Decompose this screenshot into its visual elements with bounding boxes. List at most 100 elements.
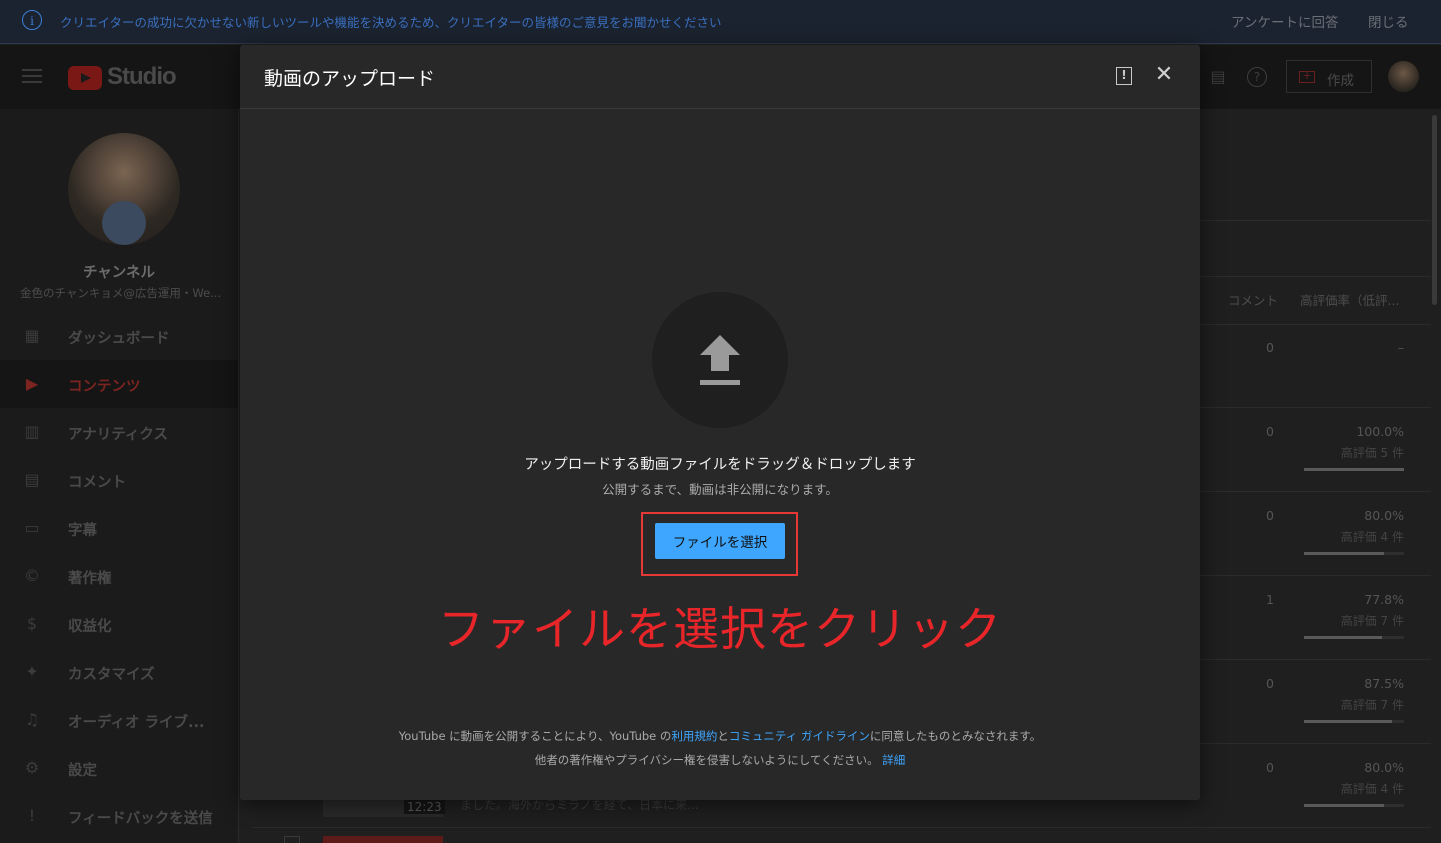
copyright-icon: © [24,566,40,585]
youtube-logo-icon[interactable] [68,66,102,90]
info-icon: i [22,10,42,30]
sidebar-item-copyright[interactable]: © 著作権 [0,552,238,600]
column-header-rating[interactable]: 高評価率（低評... [1300,290,1399,309]
video-duration: 12:23 [404,800,445,814]
comment-icon: ▤ [24,470,40,489]
divider [252,827,1431,828]
sidebar-item-audio-library[interactable]: ♫ オーディオ ライブ... [0,696,238,744]
row-comments: 1 [1266,592,1274,607]
sidebar-item-analytics[interactable]: ▥ アナリティクス [0,408,238,456]
sidebar-item-label: カスタマイズ [68,667,155,683]
terms-and: と [717,729,729,743]
banner-close-link[interactable]: 閉じる [1368,11,1409,31]
upload-dialog: 動画のアップロード ! ✕ アップロードする動画ファイルをドラッグ＆ドロップしま… [240,45,1200,800]
dialog-title: 動画のアップロード [264,68,436,90]
sidebar-item-label: フィードバックを送信 [68,811,213,827]
content-icon: ▶ [25,374,39,393]
rights-notice: 他者の著作権やプライバシー権を侵害しないようにしてください。 詳細 [240,752,1200,768]
help-icon[interactable]: ? [1247,67,1267,87]
feedback-icon[interactable]: ! [1116,67,1132,85]
row-rating: 80.0% [1364,508,1404,523]
divider [1199,743,1431,744]
select-file-button[interactable]: ファイルを選択 [655,523,785,559]
sidebar-item-settings[interactable]: ⚙ 設定 [0,744,238,792]
hamburger-menu-icon[interactable] [22,69,42,83]
row-comments: 0 [1266,508,1274,523]
column-header-comments[interactable]: コメント [1228,290,1278,309]
channel-avatar[interactable] [68,133,180,245]
rating-bar [1304,636,1404,639]
learn-more-link[interactable]: 詳細 [882,753,905,767]
sidebar-item-content[interactable]: ▶ コンテンツ [0,360,238,408]
sidebar-item-feedback[interactable]: ! フィードバックを送信 [0,792,238,840]
divider [1199,659,1431,660]
terms-of-service-link[interactable]: 利用規約 [671,729,717,743]
divider [1199,324,1431,325]
row-comments: 0 [1266,340,1274,355]
rating-bar [1304,804,1404,807]
divider [1199,407,1431,408]
page-scrollbar[interactable] [1432,115,1437,305]
divider [1199,575,1431,576]
sidebar-item-customize[interactable]: ✦ カスタマイズ [0,648,238,696]
audio-library-icon: ♫ [24,710,40,729]
terms-notice: YouTube に動画を公開することにより、YouTube の利用規約とコミュニ… [240,728,1200,744]
dollar-icon: $ [26,614,38,633]
divider [1199,491,1431,492]
row-likes: 高評価 7 件 [1340,614,1404,628]
divider [1199,276,1431,277]
row-comments: 0 [1266,676,1274,691]
rating-bar [1304,720,1404,723]
comment-icon[interactable]: ▤ [1208,67,1228,87]
row-likes: 高評価 4 件 [1340,530,1404,544]
row-likes: 高評価 5 件 [1340,446,1404,460]
row-likes: 高評価 7 件 [1340,698,1404,712]
sidebar-item-subtitles[interactable]: ▭ 字幕 [0,504,238,552]
row-likes: 高評価 4 件 [1340,782,1404,796]
studio-logo-text[interactable]: Studio [107,63,177,91]
analytics-icon: ▥ [24,422,40,441]
create-button[interactable]: + 作成 [1286,60,1372,93]
row-comments: 0 [1266,760,1274,775]
terms-suffix: に同意したものとみなされます。 [869,729,1042,743]
divider [1199,220,1431,221]
sidebar-item-label: 字幕 [68,523,97,539]
row-rating: 77.8% [1364,592,1404,607]
sidebar-item-label: コンテンツ [68,379,141,395]
account-avatar[interactable] [1388,61,1419,92]
survey-answer-link[interactable]: アンケートに回答 [1231,11,1338,31]
sidebar-item-label: コメント [68,475,126,491]
banner-message: クリエイターの成功に欠かせない新しいツールや機能を決めるため、クリエイターの皆様… [60,15,722,30]
survey-banner: i クリエイターの成功に欠かせない新しいツールや機能を決めるため、クリエイターの… [0,0,1441,44]
video-camera-icon: + [1299,70,1315,83]
terms-prefix: YouTube に動画を公開することにより、YouTube の [398,729,672,743]
gear-icon: ⚙ [24,758,40,777]
community-guidelines-link[interactable]: コミュニティ ガイドライン [729,729,870,743]
rating-bar [1304,468,1404,471]
magic-wand-icon: ✦ [25,662,39,681]
upload-arrow-icon [700,335,740,385]
row-comments: 0 [1266,424,1274,439]
row-rating: 100.0% [1356,424,1404,439]
drag-drop-text: アップロードする動画ファイルをドラッグ＆ドロップします [524,457,916,473]
close-icon[interactable]: ✕ [1152,63,1176,87]
channel-name: 金色のチャンキョメ@広告運用・We... [20,286,222,300]
sidebar-item-comments[interactable]: ▤ コメント [0,456,238,504]
channel-title: チャンネル [82,265,156,281]
row-rating: 87.5% [1364,676,1404,691]
row-checkbox[interactable] [284,836,300,843]
video-thumbnail[interactable] [323,836,443,843]
dialog-divider [240,108,1200,109]
annotation-text: ファイルを選択をクリック [438,602,1002,656]
sidebar-item-label: 設定 [68,763,97,779]
sidebar-item-monetization[interactable]: $ 収益化 [0,600,238,648]
row-rating: 80.0% [1364,760,1404,775]
dashboard-icon: ▦ [24,326,40,345]
sidebar-item-label: ダッシュボード [68,331,170,347]
feedback-icon: ! [28,806,36,825]
sidebar-item-label: 収益化 [68,619,112,635]
private-notice-text: 公開するまで、動画は非公開になります。 [602,482,838,497]
sidebar-item-dashboard[interactable]: ▦ ダッシュボード [0,312,238,360]
row-rating: – [1397,340,1404,355]
sidebar-item-label: オーディオ ライブ... [68,715,205,731]
